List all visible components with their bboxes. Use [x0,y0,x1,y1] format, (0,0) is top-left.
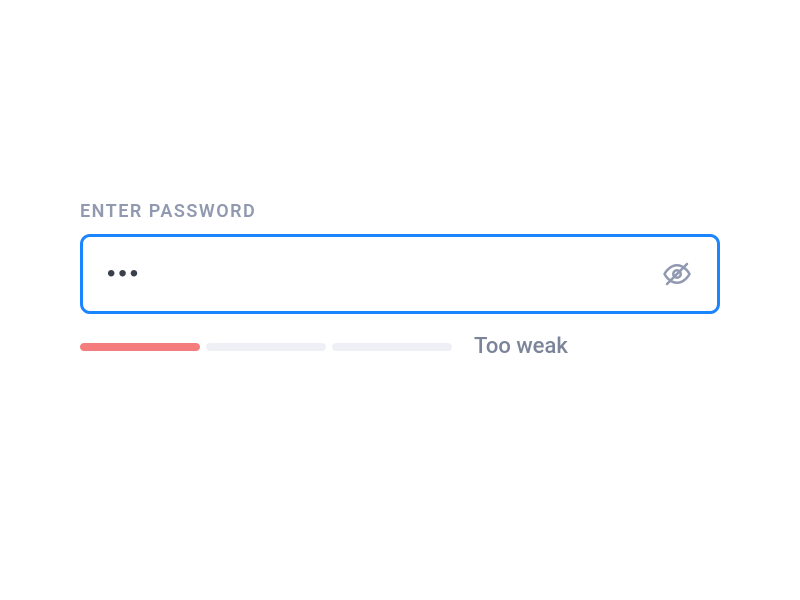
strength-indicator: Too weak [80,334,720,359]
password-label: ENTER PASSWORD [80,201,720,222]
eye-off-icon [662,259,692,289]
strength-bars [80,343,452,351]
strength-text: Too weak [474,334,568,359]
password-input[interactable] [107,260,661,288]
strength-bar-1 [80,343,200,351]
strength-bar-3 [332,343,452,351]
strength-bar-2 [206,343,326,351]
password-input-wrapper [80,234,720,314]
toggle-visibility-button[interactable] [661,258,693,290]
password-form: ENTER PASSWORD Too weak [80,201,720,399]
